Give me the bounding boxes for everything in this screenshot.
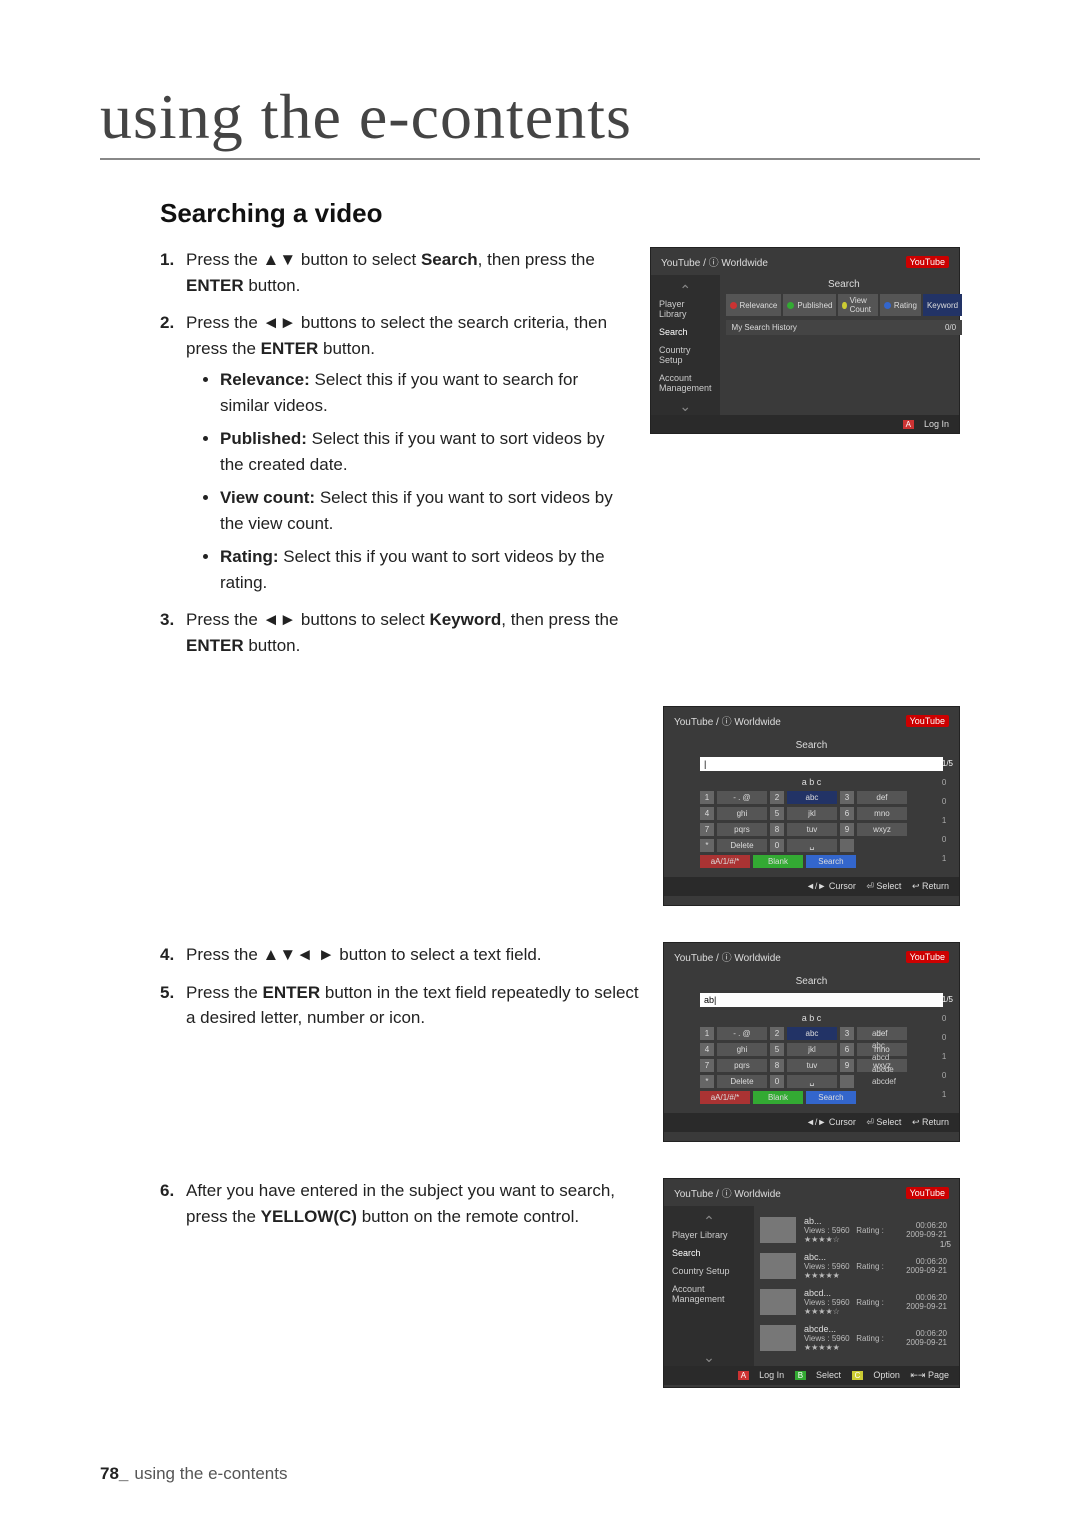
result-row[interactable]: abc...Views : 5960 Rating : ★★★★★00:06:2… — [754, 1248, 953, 1284]
search-history-label: My Search History — [732, 323, 797, 332]
bullet-relevance: Relevance: Select this if you want to se… — [220, 367, 626, 418]
bullet-published: Published: Select this if you want to so… — [220, 426, 626, 477]
blank-key[interactable]: Blank — [753, 855, 803, 868]
red-tag-icon: A — [903, 420, 914, 429]
thumbnail — [760, 1325, 796, 1351]
criteria-keyword[interactable]: Keyword — [923, 294, 962, 316]
result-row[interactable]: abcd...Views : 5960 Rating : ★★★★☆00:06:… — [754, 1284, 953, 1320]
page-footer: 78_using the e-contents — [100, 1464, 287, 1484]
hint-cursor: ◄/► Cursor — [806, 881, 856, 891]
criteria-rating[interactable]: Rating — [880, 294, 921, 316]
result-row[interactable]: ab...Views : 5960 Rating : ★★★★☆00:06:20… — [754, 1212, 953, 1248]
page-title: using the e-contents — [100, 80, 980, 160]
sidebar-item-player-library[interactable]: Player Library — [651, 295, 720, 323]
screenshot-keypad-suggest: YouTube / ⓘ Worldwide YouTube Search ab|… — [663, 942, 960, 1142]
step-3: Press the ◄► buttons to select Keyword, … — [160, 607, 626, 658]
step-4: Press the ▲▼◄ ► button to select a text … — [160, 942, 639, 968]
step-6: After you have entered in the subject yo… — [160, 1178, 639, 1229]
screenshot-breadcrumb: YouTube / ⓘ Worldwide — [661, 254, 768, 269]
chevron-down-icon: ⌄ — [664, 1352, 754, 1362]
suggestion-list[interactable]: ababcabcdabcdeabcdef — [872, 1029, 896, 1086]
hint-return: ↩ Return — [912, 881, 949, 891]
step-2: Press the ◄► buttons to select the searc… — [160, 310, 626, 595]
chevron-up-icon: ⌃ — [651, 285, 720, 295]
thumbnail — [760, 1289, 796, 1315]
step-5: Press the ENTER button in the text field… — [160, 980, 639, 1031]
screenshot-results: YouTube / ⓘ Worldwide YouTube ⌃ Player L… — [663, 1178, 960, 1388]
step-1: Press the ▲▼ button to select Search, th… — [160, 247, 626, 298]
sidebar-item-search[interactable]: Search — [651, 323, 720, 341]
criteria-relevance[interactable]: Relevance — [726, 294, 782, 316]
criteria-view-count[interactable]: View Count — [838, 294, 877, 316]
thumbnail — [760, 1217, 796, 1243]
chevron-up-icon: ⌃ — [664, 1216, 754, 1226]
screenshot-search-criteria: YouTube / ⓘ Worldwide YouTube ⌃ Player L… — [650, 247, 960, 434]
onscreen-keypad[interactable]: 1- . @2abc3def 4ghi5jkl6mno 7pqrs8tuv9wx… — [700, 1027, 953, 1104]
section-heading: Searching a video — [160, 198, 980, 229]
search-key[interactable]: Search — [806, 855, 856, 868]
thumbnail — [760, 1253, 796, 1279]
hint-select: ⏎ Select — [866, 881, 901, 891]
sidebar-item-country-setup[interactable]: Country Setup — [651, 341, 720, 369]
bullet-viewcount: View count: Select this if you want to s… — [220, 485, 626, 536]
input-mode-label: a b c — [670, 777, 953, 787]
sidebar-item-account-management[interactable]: Account Management — [651, 369, 720, 397]
youtube-logo-icon: YouTube — [906, 951, 949, 963]
bullet-rating: Rating: Select this if you want to sort … — [220, 544, 626, 595]
result-count: 1/5 — [940, 1240, 951, 1249]
search-history-count: 0/0 — [945, 323, 956, 332]
mode-key[interactable]: aA/1/#/* — [700, 855, 750, 868]
youtube-logo-icon: YouTube — [906, 1187, 949, 1199]
youtube-logo-icon: YouTube — [906, 256, 949, 268]
youtube-logo-icon: YouTube — [906, 715, 949, 727]
screenshot-keypad: YouTube / ⓘ Worldwide YouTube Search | a… — [663, 706, 960, 906]
criteria-published[interactable]: Published — [783, 294, 836, 316]
login-hint: Log In — [924, 419, 949, 429]
keyword-input[interactable]: ab| — [700, 993, 943, 1007]
result-row[interactable]: abcde...Views : 5960 Rating : ★★★★★00:06… — [754, 1320, 953, 1356]
search-panel-title: Search — [726, 279, 963, 290]
keyword-input[interactable]: | — [700, 757, 943, 771]
chevron-down-icon: ⌄ — [651, 401, 720, 411]
onscreen-keypad[interactable]: 1- . @2abc3def 4ghi5jkl6mno 7pqrs8tuv9wx… — [700, 791, 953, 868]
